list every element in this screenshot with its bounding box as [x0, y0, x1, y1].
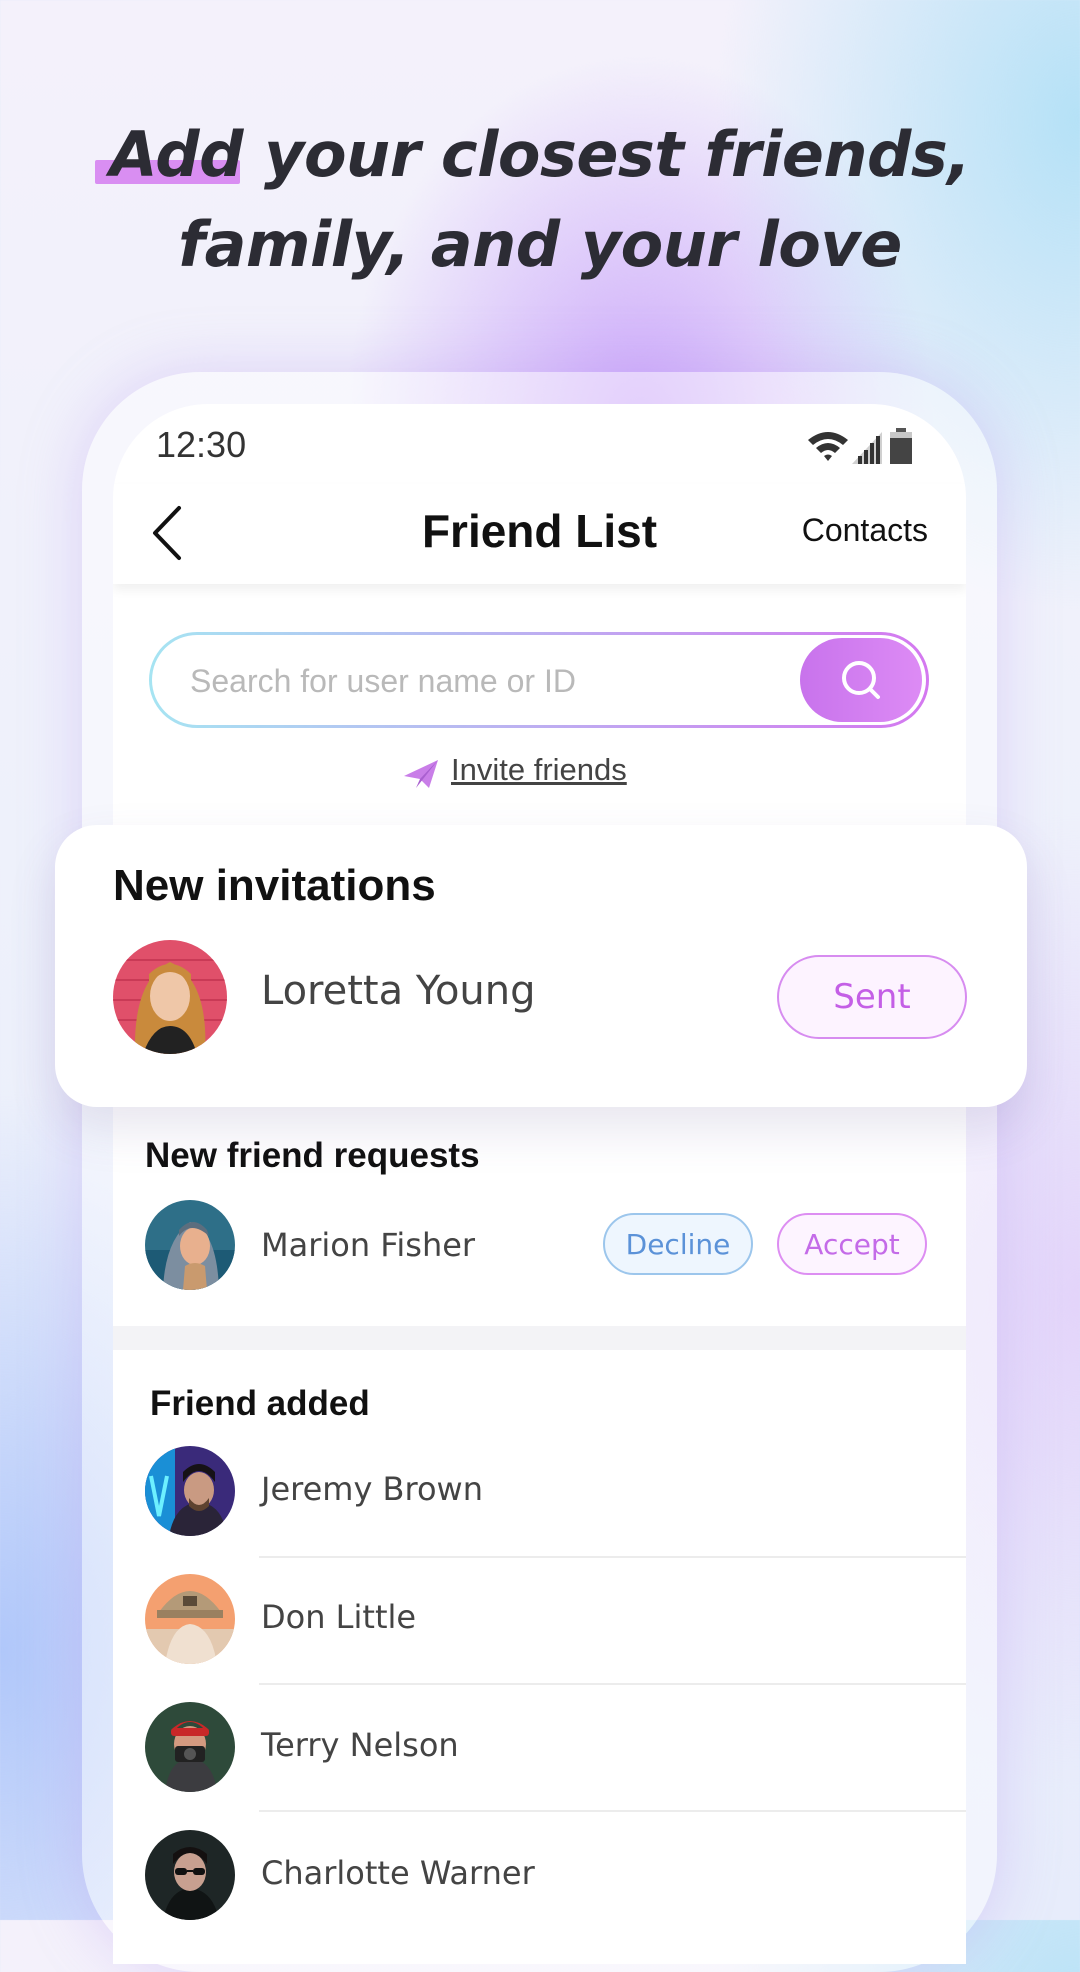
list-divider [259, 1683, 966, 1685]
headline-line-2: family, and your love [178, 208, 902, 281]
avatar [145, 1200, 235, 1290]
battery-icon [890, 428, 912, 464]
decline-button[interactable]: Decline [603, 1213, 753, 1275]
wifi-icon [808, 432, 848, 461]
avatar [145, 1574, 235, 1664]
avatar [113, 940, 227, 1054]
list-divider [259, 1556, 966, 1558]
friend-name: Charlotte Warner [261, 1854, 535, 1892]
friend-name: Don Little [261, 1598, 417, 1636]
headline-line-1: Add your closest friends, [109, 118, 971, 191]
search-bar-inner [152, 635, 926, 727]
list-divider [259, 1810, 966, 1812]
contacts-button[interactable]: Contacts [802, 512, 928, 549]
friend-requests-section: New friend requests Marion Fisher Declin… [113, 1104, 966, 1326]
status-time: 12:30 [156, 424, 247, 465]
phone-screen: 12:30 Friend List Contacts Search for us… [113, 404, 966, 1964]
nav-bar: Friend List Contacts [113, 484, 966, 584]
search-button[interactable] [800, 638, 922, 722]
new-invitations-title: New invitations [113, 861, 436, 910]
invitation-name: Loretta Young [261, 968, 536, 1014]
request-name: Marion Fisher [261, 1226, 476, 1264]
sent-button[interactable]: Sent [777, 955, 967, 1039]
avatar [145, 1830, 235, 1920]
avatar [145, 1702, 235, 1792]
status-icons [808, 428, 912, 464]
search-icon [842, 661, 880, 699]
friend-requests-title: New friend requests [145, 1136, 480, 1175]
signal-icon [852, 432, 882, 464]
friend-name: Terry Nelson [261, 1726, 459, 1764]
invite-friends-label: Invite friends [451, 752, 627, 787]
paper-plane-icon [404, 760, 438, 788]
headline: Add your closest friends, family, and yo… [0, 110, 1080, 290]
status-bar: 12:30 [113, 404, 966, 484]
section-separator [113, 1326, 966, 1350]
search-bar [149, 632, 929, 728]
accept-button[interactable]: Accept [777, 1213, 927, 1275]
new-invitations-card: New invitations Loretta Young Sent [55, 825, 1027, 1107]
avatar [145, 1446, 235, 1536]
friends-added-title: Friend added [150, 1384, 370, 1423]
search-input[interactable] [188, 635, 752, 727]
friend-name: Jeremy Brown [261, 1470, 483, 1508]
